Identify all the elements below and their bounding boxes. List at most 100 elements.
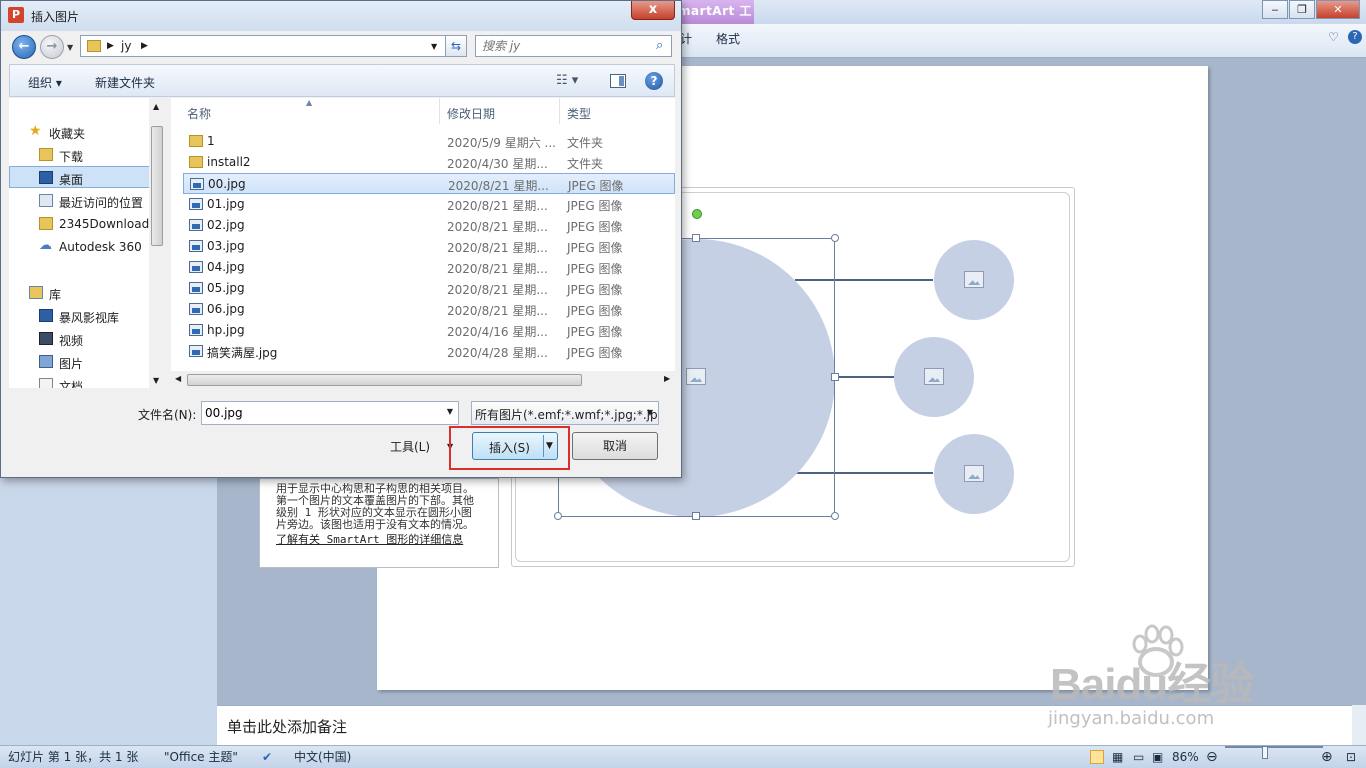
organize-button[interactable]: 组织 ▾ xyxy=(28,74,62,91)
chevron-down-icon[interactable]: ▼ xyxy=(647,408,653,417)
nav-item-videos[interactable]: 视频 xyxy=(9,328,151,350)
file-type-select[interactable]: 所有图片(*.emf;*.wmf;*.jpg;*.jp ▼ xyxy=(471,401,659,425)
change-view-button[interactable]: ☷ ▾ xyxy=(556,73,578,88)
nav-pane-scrollbar[interactable]: ▲ ▼ xyxy=(149,98,165,388)
language[interactable]: 中文(中国) xyxy=(294,746,351,768)
address-bar[interactable]: ▶ jy ▶ ▼ xyxy=(80,35,448,57)
breadcrumb-separator-icon[interactable]: ▶ xyxy=(141,41,148,51)
slide-info: 幻灯片 第 1 张，共 1 张 xyxy=(8,750,139,764)
file-row[interactable]: 02.jpg 2020/8/21 星期... JPEG 图像 xyxy=(183,215,675,236)
nav-item-pictures[interactable]: 图片 xyxy=(9,351,151,373)
slide-sorter-icon[interactable]: ▦ xyxy=(1112,746,1123,768)
filename-input[interactable] xyxy=(205,405,435,421)
zoom-level[interactable]: 86% xyxy=(1172,746,1199,768)
column-header-type[interactable]: 类型 xyxy=(561,98,675,124)
search-icon[interactable]: ⌕ xyxy=(656,38,663,53)
folder-icon xyxy=(189,156,203,168)
resize-handle[interactable] xyxy=(831,373,839,381)
restore-button[interactable]: ❐ xyxy=(1289,0,1315,19)
nav-item-desktop[interactable]: 桌面 xyxy=(9,166,151,188)
scroll-thumb[interactable] xyxy=(151,126,163,246)
zoom-slider-track[interactable] xyxy=(1225,746,1323,748)
spellcheck-icon[interactable]: ✔ xyxy=(262,746,272,768)
file-row[interactable]: hp.jpg 2020/4/16 星期... JPEG 图像 xyxy=(183,320,675,341)
star-icon: ★ xyxy=(29,123,42,139)
picture-placeholder-icon[interactable] xyxy=(924,368,944,385)
resize-handle[interactable] xyxy=(831,234,839,242)
breadcrumb-separator-icon[interactable]: ▶ xyxy=(107,41,114,51)
theme-name[interactable]: "Office 主题" xyxy=(164,746,238,768)
learn-more-link[interactable]: 了解有关 SmartArt 图形的详细信息 xyxy=(276,534,482,546)
column-header-name[interactable]: 名称 xyxy=(181,98,440,124)
nav-item-favorites[interactable]: ★ 收藏夹 xyxy=(9,121,151,143)
chevron-down-icon[interactable]: ▼ xyxy=(447,407,453,416)
rotate-handle[interactable] xyxy=(692,209,702,219)
help-icon[interactable]: ? xyxy=(1348,30,1362,44)
slideshow-icon[interactable]: ▣ xyxy=(1152,746,1163,768)
scroll-left-icon[interactable]: ◀ xyxy=(175,374,181,383)
folder-icon xyxy=(189,135,203,147)
ribbon-collapse-icon[interactable]: ♡ xyxy=(1328,30,1339,44)
file-row[interactable]: 04.jpg 2020/8/21 星期... JPEG 图像 xyxy=(183,257,675,278)
nav-item-video-library[interactable]: 暴风影视库 xyxy=(9,305,151,327)
resize-handle[interactable] xyxy=(692,512,700,520)
dialog-title: 插入图片 xyxy=(31,10,80,24)
file-row[interactable]: 01.jpg 2020/8/21 星期... JPEG 图像 xyxy=(183,194,675,215)
forward-arrow-icon[interactable]: → xyxy=(40,35,64,59)
dialog-title-bar[interactable]: P 插入图片 x xyxy=(1,1,681,31)
file-row[interactable]: 05.jpg 2020/8/21 星期... JPEG 图像 xyxy=(183,278,675,299)
pictures-icon xyxy=(39,355,53,368)
fit-to-window-icon[interactable]: ⊡ xyxy=(1346,746,1356,768)
zoom-out-button[interactable]: ⊖ xyxy=(1206,746,1218,768)
nav-item-documents[interactable]: 文档 xyxy=(9,374,151,388)
search-box[interactable]: ⌕ xyxy=(475,35,672,57)
picture-placeholder-icon[interactable] xyxy=(964,465,984,482)
search-input[interactable] xyxy=(482,38,647,54)
normal-view-icon[interactable] xyxy=(1090,750,1104,764)
filename-field[interactable]: ▼ xyxy=(201,401,459,425)
notes-scrollbar[interactable] xyxy=(1352,705,1366,745)
picture-placeholder-icon[interactable] xyxy=(964,271,984,288)
notes-placeholder: 单击此处添加备注 xyxy=(227,718,348,736)
scroll-up-icon[interactable]: ▲ xyxy=(153,102,159,111)
file-list-hscrollbar[interactable]: ◀ ▶ xyxy=(171,371,675,388)
file-row[interactable]: 1 2020/5/9 星期六 ... 文件夹 xyxy=(183,131,675,152)
nav-item-2345downloads[interactable]: 2345Downloads xyxy=(9,213,151,235)
nav-item-library[interactable]: 库 xyxy=(9,282,151,304)
address-dropdown-icon[interactable]: ▼ xyxy=(431,42,437,51)
minimize-button[interactable]: ‒ xyxy=(1262,0,1288,19)
zoom-slider-thumb[interactable] xyxy=(1262,746,1268,759)
preview-pane-icon[interactable] xyxy=(610,74,626,88)
cancel-button[interactable]: 取消 xyxy=(572,432,658,460)
reading-view-icon[interactable]: ▭ xyxy=(1133,746,1144,768)
description-text: 用于显示中心构思和子构思的相关项目。第一个图片的文本覆盖图片的下部。其他级别 1… xyxy=(276,483,474,531)
resize-handle[interactable] xyxy=(831,512,839,520)
scroll-right-icon[interactable]: ▶ xyxy=(664,374,670,383)
resize-handle[interactable] xyxy=(554,512,562,520)
zoom-in-button[interactable]: ⊕ xyxy=(1321,746,1333,768)
help-icon[interactable]: ? xyxy=(645,72,663,90)
recent-pages-dropdown-icon[interactable]: ▼ xyxy=(67,43,73,52)
tools-button[interactable]: 工具(L) xyxy=(390,438,430,455)
resize-handle[interactable] xyxy=(692,234,700,242)
file-row[interactable]: 03.jpg 2020/8/21 星期... JPEG 图像 xyxy=(183,236,675,257)
nav-item-autodesk[interactable]: ☁ Autodesk 360 xyxy=(9,236,151,258)
nav-item-recent-places[interactable]: 最近访问的位置 xyxy=(9,190,151,212)
file-row[interactable]: 搞笑满屋.jpg 2020/4/28 星期... JPEG 图像 xyxy=(183,341,675,362)
dialog-toolbar: 组织 ▾ 新建文件夹 ☷ ▾ ? xyxy=(9,64,675,97)
breadcrumb-jy[interactable]: jy xyxy=(121,39,131,53)
ppt-close-button[interactable]: ✕ xyxy=(1316,0,1360,19)
recent-places-icon xyxy=(39,194,53,207)
file-row[interactable]: 06.jpg 2020/8/21 星期... JPEG 图像 xyxy=(183,299,675,320)
scroll-down-icon[interactable]: ▼ xyxy=(153,376,159,385)
new-folder-button[interactable]: 新建文件夹 xyxy=(95,74,155,91)
column-header-date[interactable]: 修改日期 xyxy=(441,98,560,124)
scroll-thumb[interactable] xyxy=(187,374,582,386)
file-row[interactable]: install2 2020/4/30 星期... 文件夹 xyxy=(183,152,675,173)
file-row-selected[interactable]: 00.jpg 2020/8/21 星期... JPEG 图像 xyxy=(183,173,675,194)
nav-item-downloads[interactable]: 下载 xyxy=(9,144,151,166)
dialog-close-button[interactable]: x xyxy=(631,1,675,20)
refresh-icon[interactable]: ⇆ xyxy=(445,35,467,57)
tab-format[interactable]: 格式 xyxy=(716,30,740,47)
back-arrow-icon[interactable]: ← xyxy=(12,35,36,59)
